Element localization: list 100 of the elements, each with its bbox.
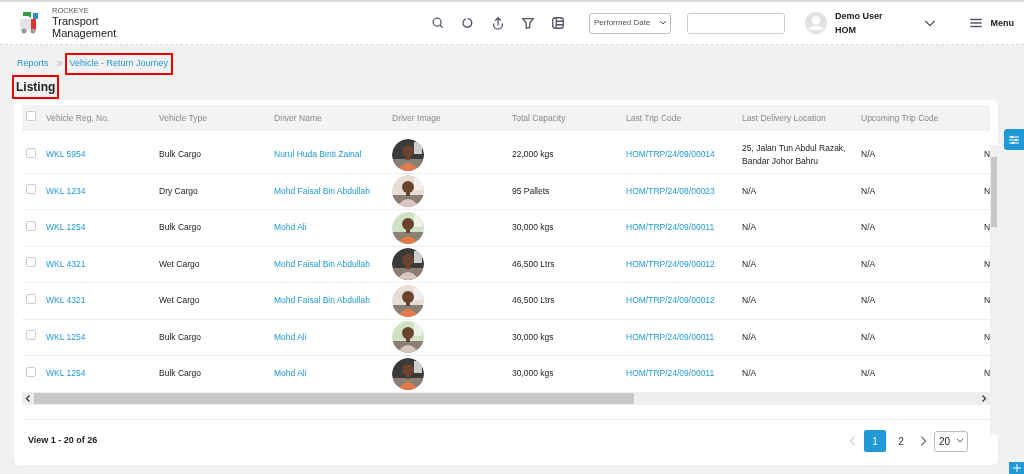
table-cell: 46,500 Ltrs <box>512 295 555 306</box>
table-cell: N <box>984 222 990 233</box>
column-header: Driver Image <box>392 112 441 123</box>
table-cell: N <box>984 331 990 342</box>
caret-icon <box>659 21 666 25</box>
columns-icon[interactable] <box>550 16 565 30</box>
select-all-checkbox[interactable] <box>26 111 36 122</box>
column-header: Vehicle Reg. No. <box>46 112 110 123</box>
driver-link[interactable]: Mohd Ali <box>274 331 307 342</box>
vehicle-link[interactable]: WKL 4321 <box>46 295 86 306</box>
table-cell: Wet Cargo <box>159 258 200 269</box>
column-header: Last Delivery Location <box>742 112 826 123</box>
table-cell: Dry Cargo <box>159 185 198 196</box>
horizontal-scrollbar[interactable] <box>22 392 990 405</box>
user-branch: HOM <box>834 24 857 37</box>
caret-icon <box>957 439 963 443</box>
trip-code-link[interactable]: HOM/TRP/24/09/00011 <box>626 331 715 342</box>
row-checkbox[interactable] <box>26 330 36 341</box>
page-button[interactable]: 1 <box>864 430 886 452</box>
chevron-right-icon <box>55 60 63 68</box>
column-header: Vehicle Type <box>159 112 208 123</box>
table-cell: N/A <box>861 295 876 306</box>
trip-code-link[interactable]: HOM/TRP/24/09/00011 <box>626 368 715 379</box>
table-cell: N <box>984 149 990 160</box>
table-cell: 22,000 kgs <box>512 149 554 160</box>
table-cell: N <box>984 185 990 196</box>
table-cell: N/A <box>861 258 876 269</box>
row-checkbox[interactable] <box>26 293 36 304</box>
table-cell: N/A <box>742 295 757 306</box>
row-checkbox[interactable] <box>26 147 36 158</box>
vehicle-link[interactable]: WKL 4321 <box>46 258 86 269</box>
scroll-left-icon[interactable] <box>25 395 31 402</box>
table-cell: 25, Jalan Tun Abdul Razak, Bandar Johor Bahru <box>742 143 846 166</box>
row-checkbox[interactable] <box>26 184 36 195</box>
refresh-icon[interactable] <box>460 16 475 30</box>
trip-code-link[interactable]: HOM/TRP/24/09/00011 <box>626 222 715 233</box>
page-size-select[interactable]: 20 <box>934 430 968 452</box>
driver-link[interactable]: Mohd Faisal Bin Abdullah <box>274 185 370 196</box>
vertical-scrollbar[interactable] <box>990 145 998 435</box>
table-cell: 30,000 kgs <box>512 222 554 233</box>
sliders-icon <box>1008 133 1020 146</box>
table-cell: N/A <box>861 222 876 233</box>
table-cell: 30,000 kgs <box>512 368 554 379</box>
table-cell: N/A <box>742 185 757 196</box>
page-button[interactable]: 2 <box>890 430 912 452</box>
driver-link[interactable]: Mohd Ali <box>274 222 307 233</box>
trip-code-link[interactable]: HOM/TRP/24/08/00023 <box>626 185 715 196</box>
table-cell: Bulk Cargo <box>159 222 202 233</box>
table-cell: N/A <box>861 331 876 342</box>
table-cell: Bulk Cargo <box>159 368 202 379</box>
table-cell: Wet Cargo <box>159 295 200 306</box>
avatar-icon <box>804 12 827 34</box>
table-cell: N/A <box>742 331 757 342</box>
driver-link[interactable]: Mohd Faisal Bin Abdullah <box>274 295 370 306</box>
table-cell: N <box>984 295 990 306</box>
trip-code-link[interactable]: HOM/TRP/24/09/00014 <box>626 149 715 160</box>
table-cell: N/A <box>861 368 876 379</box>
menu-label[interactable]: Menu <box>990 15 1014 31</box>
vehicle-link[interactable]: WKL 1254 <box>46 368 86 379</box>
app-title: Transport Management <box>52 14 118 39</box>
vehicle-link[interactable]: WKL 1254 <box>46 331 86 342</box>
table-cell: N <box>984 258 990 269</box>
driver-link[interactable]: Nurul Huda Binti Zainal <box>274 149 362 160</box>
driver-link[interactable]: Mohd Faisal Bin Abdullah <box>274 258 370 269</box>
driver-link[interactable]: Mohd Ali <box>274 368 307 379</box>
table-cell: N/A <box>742 258 757 269</box>
search-icon[interactable] <box>430 16 445 30</box>
table-cell: 95 Pallets <box>512 185 550 196</box>
menu-icon[interactable] <box>968 16 983 30</box>
page-title: Listing <box>14 76 58 97</box>
vehicle-link[interactable]: WKL 1234 <box>46 185 86 196</box>
user-name: Demo User <box>834 9 883 23</box>
table-cell: Bulk Cargo <box>159 331 202 342</box>
table-cell: N <box>984 368 990 379</box>
add-button[interactable] <box>1009 462 1024 474</box>
date-input[interactable] <box>686 12 785 34</box>
row-checkbox[interactable] <box>26 366 36 377</box>
trip-code-link[interactable]: HOM/TRP/24/09/00012 <box>626 258 715 269</box>
column-header: Total Capacity <box>512 112 566 123</box>
table-cell: N/A <box>742 222 757 233</box>
trip-code-link[interactable]: HOM/TRP/24/09/00012 <box>626 295 715 306</box>
plus-icon <box>1012 464 1021 472</box>
settings-button[interactable] <box>1004 129 1024 150</box>
filter-icon[interactable] <box>520 16 535 30</box>
vehicle-link[interactable]: WKL 1254 <box>46 222 86 233</box>
table-cell: Bulk Cargo <box>159 149 202 160</box>
column-header: Upcoming Trip Code <box>861 112 939 123</box>
breadcrumb-link[interactable]: Reports <box>14 55 52 73</box>
table-cell: N/A <box>742 368 757 379</box>
record-summary: View 1 - 20 of 26 <box>28 434 98 448</box>
row-checkbox[interactable] <box>26 257 36 268</box>
upload-icon[interactable] <box>490 16 505 30</box>
column-header: Driver Name <box>274 112 322 123</box>
breadcrumb-link[interactable]: Vehicle - Return Journey <box>66 55 172 73</box>
vehicle-link[interactable]: WKL 5954 <box>46 149 86 160</box>
table-cell: 30,000 kgs <box>512 331 554 342</box>
scroll-right-icon[interactable] <box>981 395 987 402</box>
row-checkbox[interactable] <box>26 220 36 231</box>
column-header: Last Trip Code <box>626 112 682 123</box>
date-filter-select[interactable]: Performed Date <box>588 12 671 34</box>
